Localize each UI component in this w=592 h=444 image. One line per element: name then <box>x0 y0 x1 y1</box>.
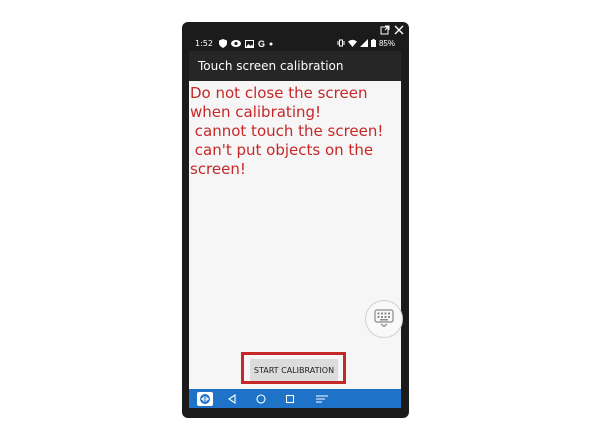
google-icon: G <box>257 38 265 49</box>
vibrate-icon <box>337 39 345 49</box>
app-bar: Touch screen calibration <box>189 51 401 81</box>
warning-text: Do not close the screen when calibrating… <box>190 84 384 178</box>
dot-icon <box>269 42 273 46</box>
eye-icon <box>230 40 241 47</box>
keyboard-toggle-button[interactable] <box>365 300 403 338</box>
calibration-content[interactable]: Do not close the screen when calibrating… <box>189 81 403 389</box>
battery-icon <box>370 38 376 49</box>
status-bar: 1:52 G 85% <box>189 36 401 51</box>
status-time: 1:52 <box>195 39 213 48</box>
teamviewer-icon[interactable] <box>197 391 213 406</box>
home-icon[interactable] <box>256 393 266 404</box>
recents-icon[interactable] <box>285 394 295 404</box>
wifi-icon <box>347 39 357 49</box>
navigation-bar <box>189 389 401 408</box>
status-right: 85% <box>337 38 395 49</box>
back-icon[interactable] <box>227 393 237 404</box>
image-icon <box>244 39 254 48</box>
page-title: Touch screen calibration <box>198 59 344 73</box>
shield-icon <box>218 39 227 48</box>
close-icon[interactable] <box>393 24 405 36</box>
battery-level: 85% <box>378 39 395 48</box>
menu-icon[interactable] <box>315 394 329 404</box>
popout-icon[interactable] <box>379 24 391 36</box>
signal-icon <box>359 38 368 49</box>
keyboard-icon <box>373 306 395 333</box>
highlight-annotation <box>241 352 346 384</box>
